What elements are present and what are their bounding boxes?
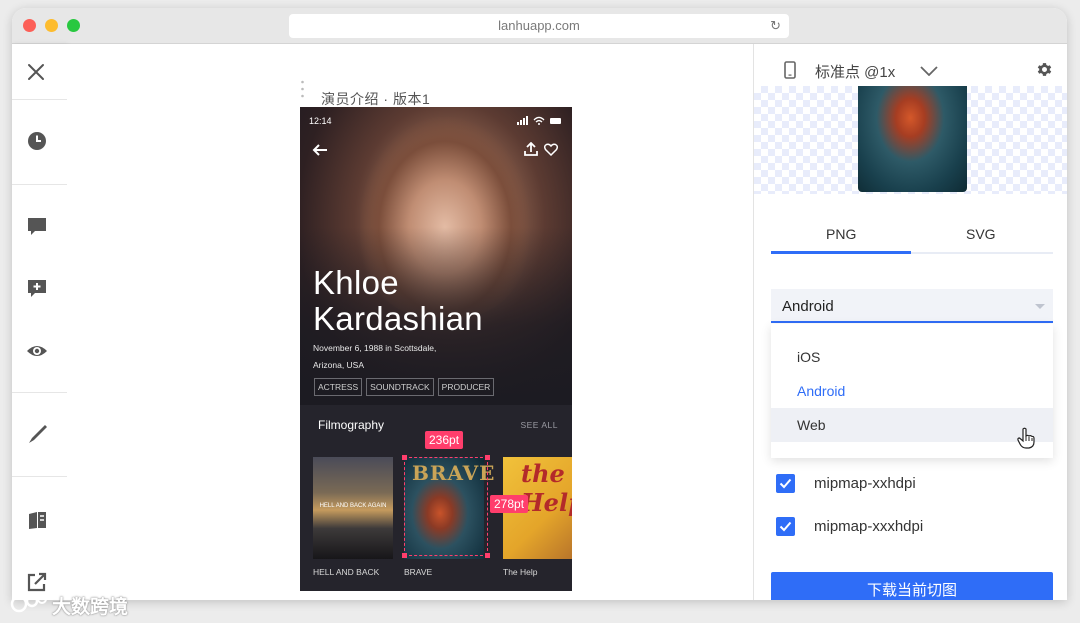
url-text: lanhuapp.com xyxy=(498,18,580,33)
browser-titlebar: lanhuapp.com ↻ xyxy=(12,8,1067,44)
toolbar-group-export xyxy=(12,476,67,600)
platform-dropdown: iOS Android Web xyxy=(771,324,1053,458)
checkbox-xxxhdpi[interactable] xyxy=(776,517,795,536)
close-window-button[interactable] xyxy=(23,19,36,32)
gear-icon[interactable] xyxy=(1036,61,1053,78)
slice-preview xyxy=(754,86,1067,194)
address-bar[interactable]: lanhuapp.com ↻ xyxy=(289,14,789,38)
caret-down-icon xyxy=(1035,304,1045,309)
format-tabs: PNG SVG xyxy=(771,214,1053,254)
slice-export-panel: 标准点 @1x PNG SVG Android iOS Android Web xyxy=(753,44,1067,600)
chevron-down-icon[interactable] xyxy=(920,66,938,76)
browser-window: lanhuapp.com ↻ 演员介绍 · 版本1 12:14 Khloe Ka… xyxy=(12,8,1067,600)
eye-icon[interactable] xyxy=(26,340,48,362)
minimize-window-button[interactable] xyxy=(45,19,58,32)
share-out-icon[interactable] xyxy=(26,571,48,593)
tag-soundtrack[interactable]: SOUNDTRACK xyxy=(366,378,434,396)
scale-label[interactable]: 标准点 @1x xyxy=(815,61,895,82)
heart-icon[interactable] xyxy=(544,143,558,156)
tag-producer[interactable]: PRODUCER xyxy=(437,378,495,396)
poster-3-overlay: the Help xyxy=(521,459,572,517)
zoom-window-button[interactable] xyxy=(67,19,80,32)
platform-select[interactable]: Android xyxy=(771,289,1053,323)
slice-preview-image xyxy=(858,86,967,192)
actor-birth-line1: November 6, 1988 in Scottsdale, xyxy=(313,343,437,353)
actor-tags: ACTRESS SOUNDTRACK PRODUCER xyxy=(314,378,495,396)
status-icons xyxy=(517,116,561,125)
close-icon[interactable] xyxy=(26,62,46,82)
tab-png[interactable]: PNG xyxy=(826,226,856,242)
poster-1-overlay: HELL AND BACK AGAIN xyxy=(319,503,387,509)
height-measure-label: 278pt xyxy=(490,495,529,513)
actor-birth-line2: Arizona, USA xyxy=(313,360,365,370)
check-icon xyxy=(779,521,792,532)
phone-icon xyxy=(784,61,796,79)
checkbox-xxhdpi[interactable] xyxy=(776,474,795,493)
actor-first-name: Khloe xyxy=(313,264,399,301)
toolbar-group-history xyxy=(12,99,67,184)
slice-selection-box[interactable] xyxy=(402,455,490,558)
platform-option-android[interactable]: Android xyxy=(771,374,1053,408)
clock-icon[interactable] xyxy=(26,130,48,152)
artboard-title: 演员介绍 · 版本1 xyxy=(321,91,431,107)
back-arrow-icon[interactable] xyxy=(312,143,328,157)
resize-handle-br[interactable] xyxy=(485,553,490,558)
tab-svg[interactable]: SVG xyxy=(966,226,996,242)
width-measure-label: 236pt xyxy=(425,431,464,449)
actor-last-name: Kardashian xyxy=(313,300,483,337)
watermark-text: 大数跨境 xyxy=(52,597,129,618)
caption-brave: BRAVE xyxy=(404,567,433,577)
comment-icon[interactable] xyxy=(26,215,48,237)
caption-hell-and-back: HELL AND BACK xyxy=(313,567,380,577)
platform-option-ios[interactable]: iOS xyxy=(771,340,1053,374)
tab-active-indicator xyxy=(771,251,911,254)
design-canvas: 演员介绍 · 版本1 12:14 Khloe Kardashian Novemb… xyxy=(67,44,753,600)
add-comment-icon[interactable] xyxy=(26,277,48,299)
check-label-xxxhdpi: mipmap-xxxhdpi xyxy=(814,518,924,535)
cards-icon[interactable] xyxy=(26,509,48,531)
watermark-logo xyxy=(10,594,47,613)
status-time: 12:14 xyxy=(309,116,332,126)
panel-header: 标准点 @1x xyxy=(754,44,1067,86)
hand-cursor-icon xyxy=(1017,427,1035,449)
platform-select-value: Android xyxy=(782,298,834,315)
download-slice-button[interactable]: 下载当前切图 xyxy=(771,572,1053,600)
drag-handle-icon[interactable] xyxy=(301,80,304,98)
caption-the-help: The Help xyxy=(503,567,538,577)
toolbar-group-slice xyxy=(12,392,67,476)
toolbar-group-annotate xyxy=(12,184,67,392)
tag-actress[interactable]: ACTRESS xyxy=(314,378,363,396)
check-label-xxhdpi: mipmap-xxhdpi xyxy=(814,475,916,492)
check-icon xyxy=(779,478,792,489)
knife-icon[interactable] xyxy=(26,423,48,445)
left-toolbar xyxy=(12,44,67,600)
poster-hell-and-back[interactable]: HELL AND BACK AGAIN xyxy=(313,457,393,559)
reload-icon[interactable]: ↻ xyxy=(770,14,781,38)
resize-handle-bl[interactable] xyxy=(402,553,407,558)
see-all-link[interactable]: SEE ALL xyxy=(520,420,558,430)
phone-artboard[interactable]: 12:14 Khloe Kardashian November 6, 1988 … xyxy=(300,107,572,591)
resize-handle-tl[interactable] xyxy=(402,455,407,460)
resize-handle-tr[interactable] xyxy=(485,455,490,460)
share-icon[interactable] xyxy=(524,142,538,156)
filmography-title: Filmography xyxy=(318,418,385,432)
platform-option-web[interactable]: Web xyxy=(771,408,1053,442)
